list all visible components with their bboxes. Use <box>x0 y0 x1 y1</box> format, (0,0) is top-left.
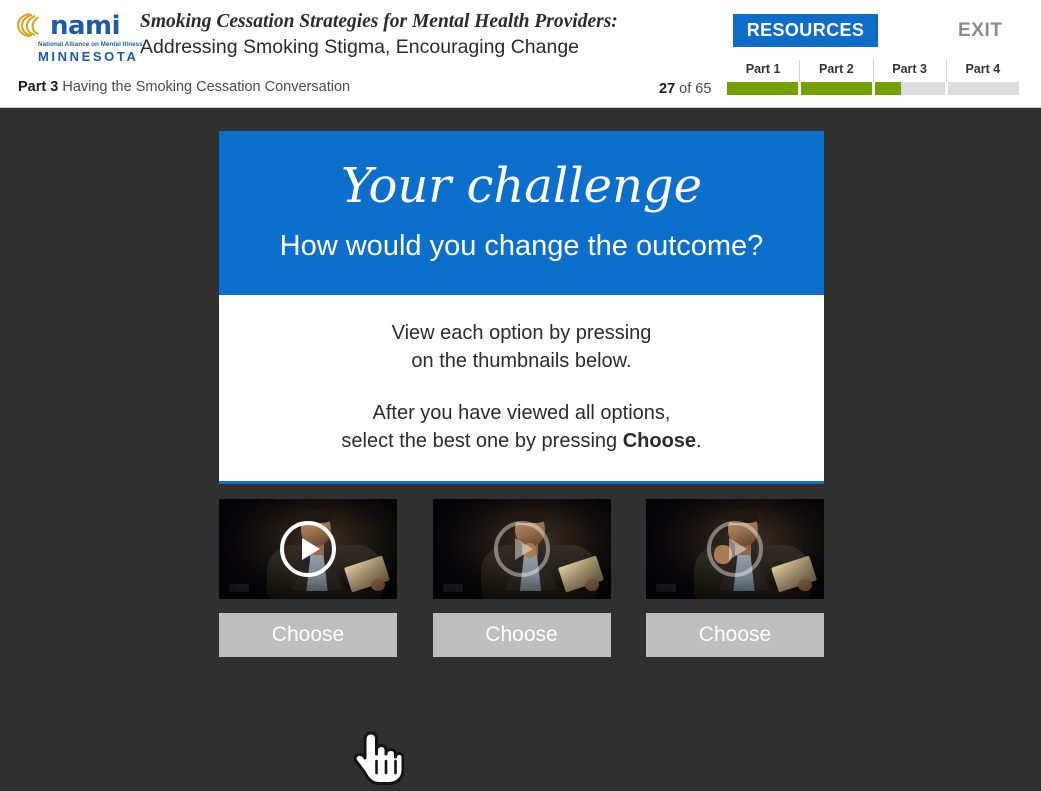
progress-label-part-3: Part 3 <box>874 60 947 82</box>
challenge-subtitle: How would you change the outcome? <box>279 230 764 262</box>
exit-button[interactable]: EXIT <box>958 20 1003 42</box>
challenge-card-body: View each option by pressing on the thum… <box>219 295 824 484</box>
video-thumbnail-1[interactable] <box>219 499 397 599</box>
course-progress: Part 1 Part 2 Part 3 Part 4 <box>727 60 1019 95</box>
progress-bars[interactable] <box>727 82 1019 95</box>
course-title-line2: Addressing Smoking Stigma, Encouraging C… <box>140 36 580 58</box>
instruction-2-line-2-pre: select the best one by pressing <box>341 430 623 452</box>
progress-segment-part-2[interactable] <box>800 82 872 95</box>
option-list: Choose Choose Choose <box>219 499 824 657</box>
challenge-title: Your challenge <box>340 158 703 214</box>
current-part-label: Part 3 Having the Smoking Cessation Conv… <box>18 79 350 95</box>
progress-fill-part-3 <box>874 82 901 95</box>
instruction-2-choose-word: Choose <box>622 430 697 452</box>
progress-part-labels: Part 1 Part 2 Part 3 Part 4 <box>727 60 1019 82</box>
play-icon[interactable] <box>707 521 763 577</box>
app-header: nami National Alliance on Mental Illness… <box>0 0 1041 108</box>
choose-button-3[interactable]: Choose <box>646 613 824 657</box>
nami-swirl-icon <box>16 11 46 39</box>
instruction-paragraph-1: View each option by pressing on the thum… <box>239 319 804 375</box>
course-title-line1: Smoking Cessation Strategies for Mental … <box>140 11 618 32</box>
play-icon[interactable] <box>493 521 550 577</box>
option-2: Choose <box>432 499 611 657</box>
play-icon[interactable] <box>280 521 336 577</box>
choose-button-1[interactable]: Choose <box>219 613 397 657</box>
video-thumbnail-3[interactable] <box>646 499 824 599</box>
progress-label-part-1: Part 1 <box>727 60 801 82</box>
progress-label-part-4: Part 4 <box>965 62 1001 76</box>
progress-segment-part-1[interactable] <box>727 82 798 95</box>
instruction-1-line-2: on the thumbnails below. <box>411 350 632 372</box>
course-title: Smoking Cessation Strategies for Mental … <box>140 10 618 60</box>
instruction-1-line-1: View each option by pressing <box>391 322 652 344</box>
challenge-card-header: Your challenge How would you change the … <box>219 131 824 295</box>
video-thumbnail-2[interactable] <box>432 499 611 599</box>
nami-wordmark: nami <box>50 11 121 41</box>
progress-segment-part-4[interactable] <box>948 82 1019 95</box>
instruction-2-line-2-post: . <box>696 430 702 452</box>
slide-stage: Your challenge How would you change the … <box>0 108 1041 785</box>
slide-counter: 27 of 65 <box>659 81 711 97</box>
choose-button-2[interactable]: Choose <box>432 613 611 657</box>
slide-counter-current: 27 <box>659 81 676 97</box>
part-number: Part 3 <box>18 79 59 95</box>
slide-counter-total: of 65 <box>679 81 712 97</box>
progress-segment-part-3[interactable] <box>874 82 946 95</box>
logo-wordmark-row: nami <box>16 9 128 39</box>
progress-label-part-2: Part 2 <box>800 60 874 82</box>
resources-button[interactable]: RESOURCES <box>733 14 878 47</box>
challenge-card: Your challenge How would you change the … <box>219 131 824 484</box>
part-name: Having the Smoking Cessation Conversatio… <box>62 79 351 95</box>
instruction-paragraph-2: After you have viewed all options, selec… <box>239 399 804 455</box>
pointing-hand-cursor <box>352 728 405 786</box>
nami-tagline: National Alliance on Mental Illness <box>38 41 143 48</box>
progress-fill-part-1 <box>727 82 798 95</box>
nami-state-name: MINNESOTA <box>38 49 139 64</box>
option-3: Choose <box>646 499 824 657</box>
nami-logo: nami National Alliance on Mental Illness… <box>16 9 143 64</box>
progress-fill-part-2 <box>800 82 872 95</box>
instruction-2-line-1: After you have viewed all options, <box>372 402 671 424</box>
option-1: Choose <box>219 499 397 657</box>
